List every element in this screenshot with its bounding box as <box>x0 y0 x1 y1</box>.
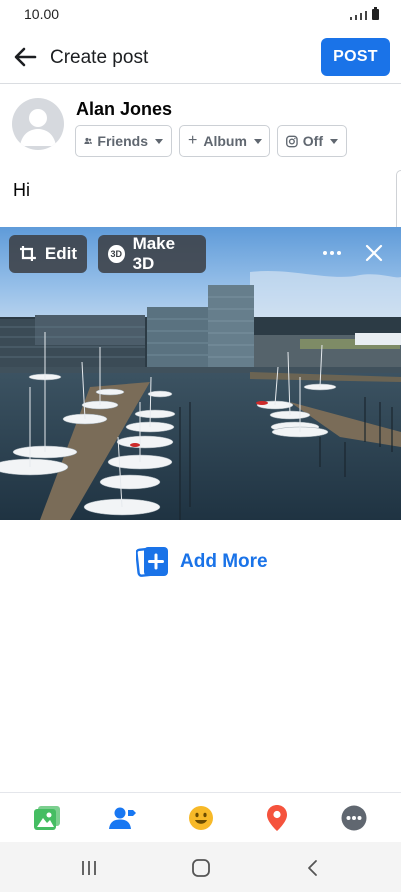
add-more-label: Add More <box>180 551 268 572</box>
edit-photo-button[interactable]: Edit <box>9 235 87 273</box>
battery-icon <box>372 7 379 20</box>
more-dots-icon[interactable] <box>318 244 346 262</box>
post-text-input[interactable]: Hi <box>13 180 30 201</box>
album-select[interactable]: + Album <box>179 125 270 157</box>
chevron-down-icon <box>253 138 262 144</box>
chevron-down-icon <box>330 138 338 144</box>
back-arrow-icon[interactable] <box>10 42 40 72</box>
plus-icon: + <box>188 132 198 149</box>
tag-people-icon[interactable] <box>109 804 137 832</box>
default-avatar-icon <box>20 109 56 146</box>
instagram-label: Off <box>302 133 323 149</box>
audience-friends-select[interactable]: Friends <box>75 125 172 157</box>
friends-icon <box>84 137 93 145</box>
system-nav-bar <box>0 842 401 892</box>
status-time: 10.00 <box>24 6 60 22</box>
post-actions-bar <box>0 792 401 842</box>
user-name: Alan Jones <box>76 99 173 119</box>
signal-icon <box>350 17 352 20</box>
status-icons <box>350 7 379 20</box>
photo-icon[interactable] <box>33 804 61 832</box>
avatar <box>12 98 64 150</box>
instagram-share-select[interactable]: Off <box>277 125 347 157</box>
status-bar: 10.00 <box>0 0 401 30</box>
add-more-button[interactable]: Add More <box>136 545 268 579</box>
chevron-down-icon <box>155 138 163 144</box>
album-label: Album <box>203 133 247 149</box>
more-options-icon[interactable] <box>340 804 368 832</box>
edit-label: Edit <box>44 244 77 263</box>
home-icon[interactable] <box>187 854 215 882</box>
remove-photo-close-icon[interactable] <box>361 240 387 266</box>
crop-icon <box>19 246 36 261</box>
3d-icon: 3D <box>108 245 125 263</box>
make-3d-button[interactable]: 3D Make 3D <box>98 234 206 273</box>
back-icon[interactable] <box>299 854 327 882</box>
recent-apps-icon[interactable] <box>75 854 103 882</box>
page-title: Create post <box>50 47 149 68</box>
friends-label: Friends <box>97 133 148 149</box>
add-photo-icon <box>136 546 168 577</box>
instagram-icon <box>286 135 298 147</box>
feeling-icon[interactable] <box>187 804 215 832</box>
header: Create post POST <box>0 30 401 84</box>
location-icon[interactable] <box>263 804 291 832</box>
make-3d-label: Make 3D <box>132 234 176 273</box>
post-button[interactable]: POST <box>321 38 390 76</box>
